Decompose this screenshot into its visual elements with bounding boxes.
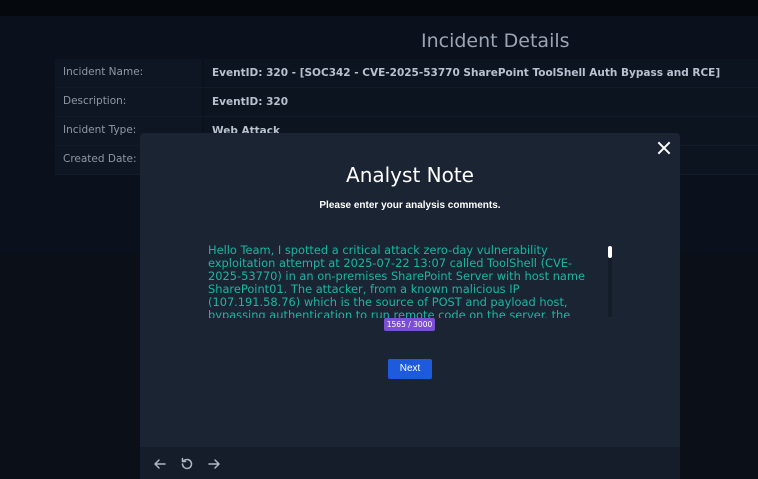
modal-subtitle: Please enter your analysis comments.: [319, 200, 501, 211]
modal-title: Analyst Note: [346, 163, 474, 187]
detail-row-description: Description: EventID: 320: [55, 88, 758, 117]
note-scrollbar-thumb[interactable]: [608, 246, 612, 258]
detail-label: Incident Name:: [55, 59, 202, 87]
modal-bottom-toolbar: [140, 447, 680, 479]
analyst-note-modal: Analyst Note Please enter your analysis …: [140, 133, 680, 479]
top-bar: [0, 0, 758, 16]
detail-label: Description:: [55, 88, 202, 116]
detail-row-incident-name: Incident Name: EventID: 320 - [SOC342 - …: [55, 59, 758, 88]
character-counter-badge: 1565 / 3000: [384, 318, 435, 331]
rotate-ccw-icon[interactable]: [179, 456, 195, 472]
close-icon[interactable]: [656, 140, 672, 156]
page-title: Incident Details: [421, 30, 570, 52]
next-button[interactable]: Next: [388, 359, 432, 379]
arrow-right-icon[interactable]: [206, 456, 222, 472]
arrow-left-icon[interactable]: [152, 456, 168, 472]
analysis-note-textarea[interactable]: Hello Team, I spotted a critical attack …: [208, 244, 604, 318]
detail-value: EventID: 320: [204, 88, 758, 116]
detail-value: EventID: 320 - [SOC342 - CVE-2025-53770 …: [204, 59, 758, 87]
